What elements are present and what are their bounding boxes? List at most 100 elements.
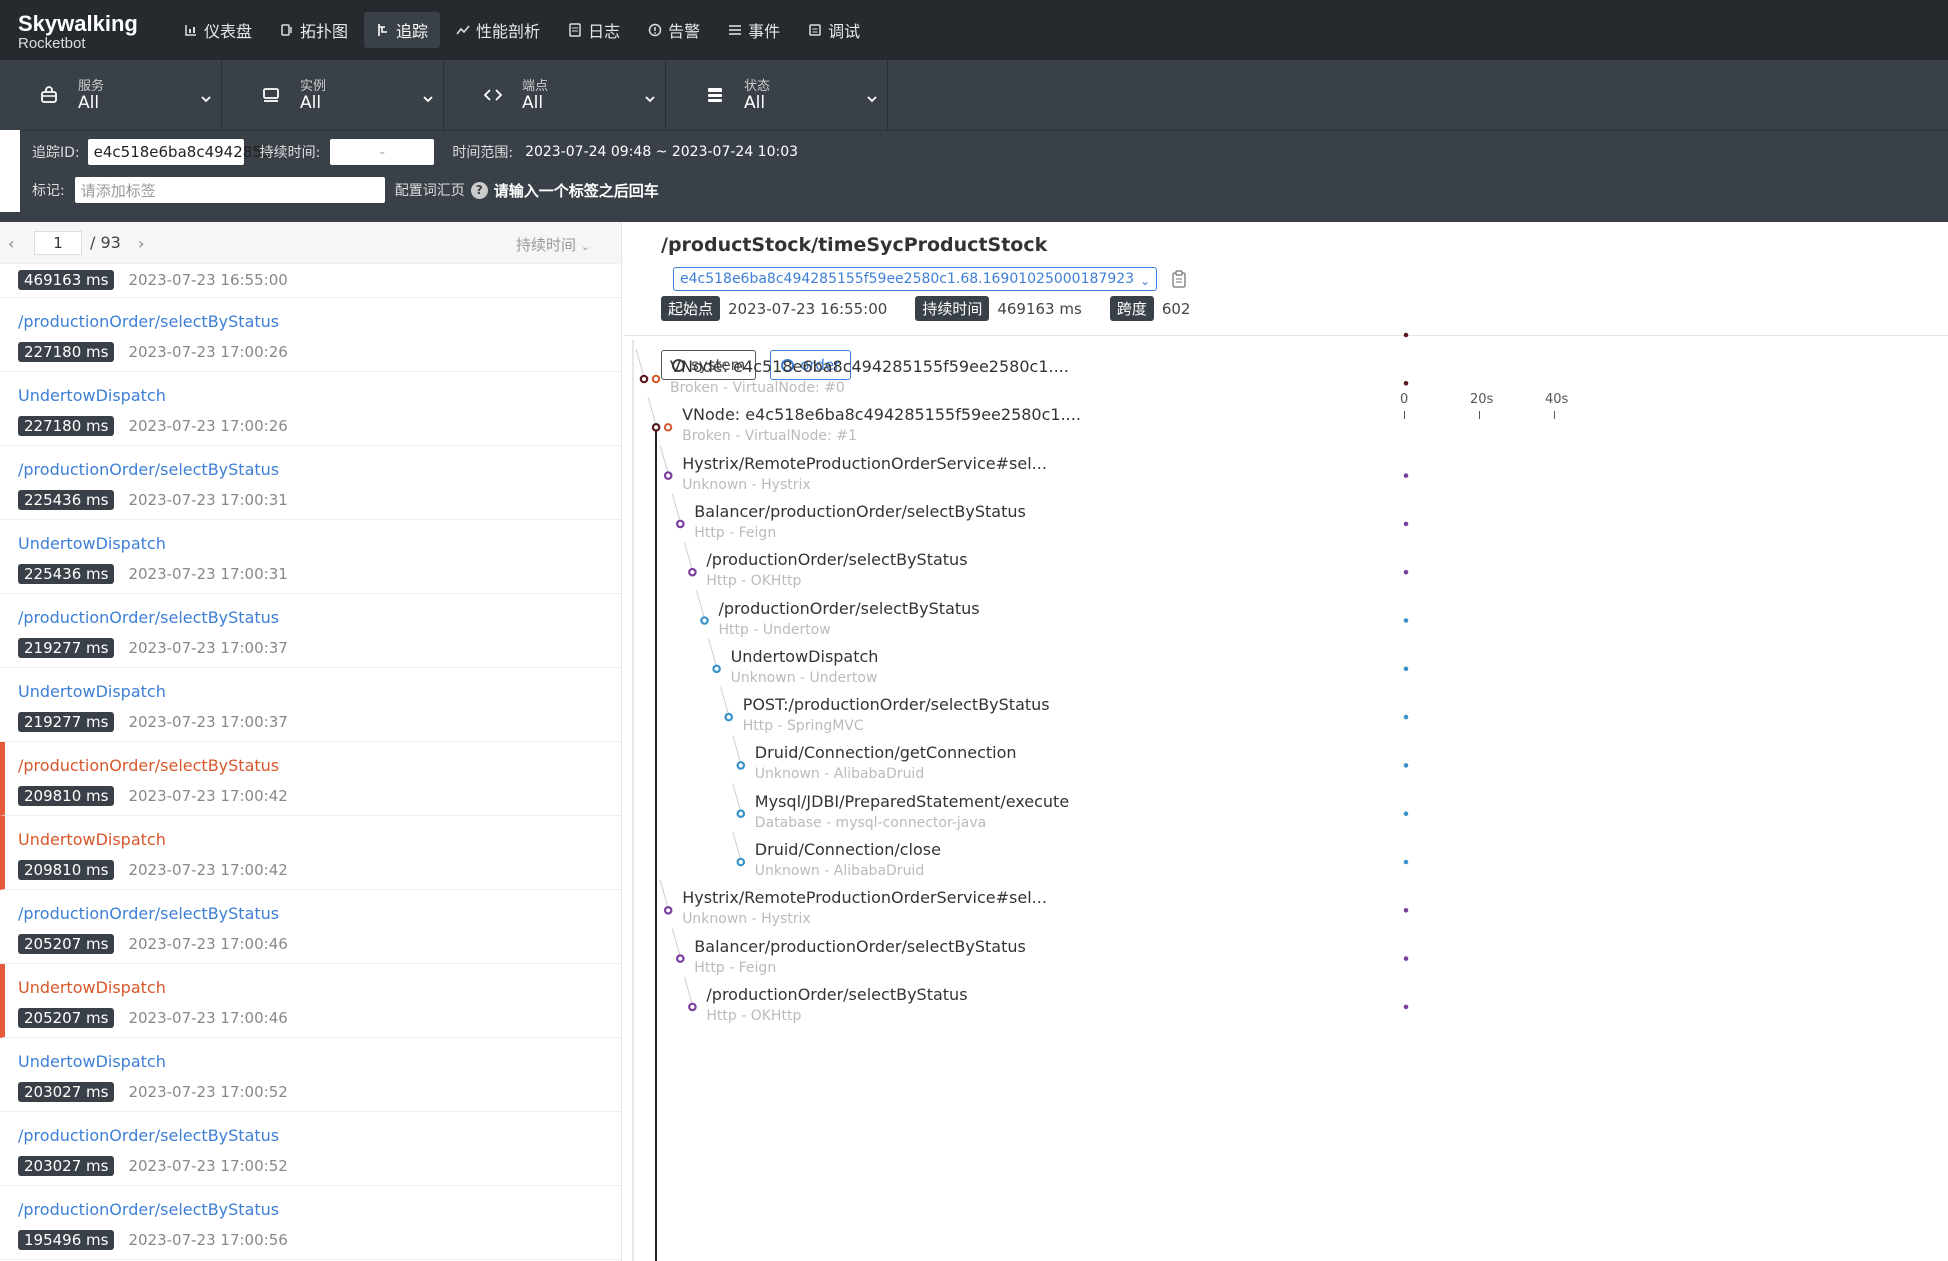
trace-endpoint-name: UndertowDispatch [18,682,166,701]
span-component: Unknown - AlibabaDruid [754,863,925,879]
nav-item-label: 事件 [748,22,781,41]
span-component: Http - OKHttp [706,1007,802,1024]
trace-list-item[interactable]: /productionOrder/selectByStatus 203027 ms… [0,1112,621,1186]
trace-list-item[interactable]: /productionOrder/selectByStatus 219277 ms… [0,594,621,668]
nav-menu: 仪表盘 拓扑图 追踪 性能剖析 日志 告警 事件 调试 [172,12,872,48]
service-icon [40,86,58,104]
chevron-down-icon [866,90,878,103]
trace-meta: 227180 ms 2023-07-23 17:00:26 [18,342,288,362]
trace-list-item[interactable]: 469163 ms 2023-07-23 16:55:00 [0,264,621,298]
filter-instance[interactable]: 实例 All [222,60,444,130]
span-name[interactable]: Hystrix/RemoteProductionOrderService#sel… [682,454,1047,473]
span-component: Database - mysql-connector-java [754,814,987,831]
trace-meta: 219277 ms 2023-07-23 17:00:37 [18,638,288,658]
duration-badge: 225436 ms [18,490,115,510]
trace-list-item[interactable]: UndertowDispatch 225436 ms 2023-07-23 17:0… [0,520,621,594]
time-range-value[interactable]: 2023-07-24 09:48 ~ 2023-07-24 10:03 [525,144,798,160]
logo[interactable]: Skywalking Rocketbot [18,12,138,52]
trace-start-time: 2023-07-23 17:00:37 [128,639,288,657]
debug-icon [808,23,822,37]
nav-item-log[interactable]: 日志 [556,12,632,48]
duration-badge: 227180 ms [18,342,115,362]
page-input[interactable]: 1 [34,231,82,255]
span-name[interactable]: VNode: e4c518e6ba8c494285155f59ee2580c1.… [682,405,1081,424]
trace-id-label: 追踪ID: [32,145,80,161]
span-name[interactable]: /productionOrder/selectByStatus [706,550,967,569]
prev-page-icon[interactable]: ‹ [8,234,14,253]
nav-item-profile[interactable]: 性能剖析 [444,12,552,48]
filter-endpoint[interactable]: 端点 All [444,60,666,130]
trace-list-item[interactable]: UndertowDispatch 227180 ms 2023-07-23 17:0… [0,372,621,446]
nav-item-debug[interactable]: 调试 [796,12,872,48]
tag-label: 标记: [32,183,65,199]
trace-list-item[interactable]: UndertowDispatch 209810 ms 2023-07-23 17:0… [0,816,621,890]
trace-endpoint-name: UndertowDispatch [18,386,166,405]
span-component: Broken - VirtualNode: #1 [682,428,857,445]
duration-input[interactable]: - [330,139,435,165]
filter-value: All [744,93,766,113]
trace-meta: 469163 ms 2023-07-23 16:55:00 [18,270,288,290]
span-name[interactable]: /productionOrder/selectByStatus [706,985,967,1004]
nav-item-event[interactable]: 事件 [716,12,792,48]
log-icon [568,23,582,37]
trace-start-time: 2023-07-23 17:00:56 [128,1231,288,1249]
span-component: Http - Feign [694,524,777,541]
alarm-icon [648,23,662,37]
tag-hint: 请输入一个标签之后回车 [493,181,659,200]
trace-list-item[interactable]: /productionOrder/selectByStatus 209810 ms… [0,742,621,816]
event-icon [728,23,742,37]
trace-list-item[interactable]: UndertowDispatch 205207 ms 2023-07-23 17:0… [0,964,621,1038]
trace-meta: 209810 ms 2023-07-23 17:00:42 [18,786,288,806]
trace-endpoint-name: /productionOrder/selectByStatus [18,460,280,479]
pager: ‹ 1 / 93 › 持续时间 ⌄ [0,222,621,264]
nav-item-label: 调试 [828,22,861,41]
span-component: Http - Undertow [718,621,831,638]
span-component: Unknown - AlibabaDruid [754,766,925,783]
filter-status[interactable]: 状态 All [666,60,888,130]
nav-item-label: 日志 [588,22,621,41]
help-icon[interactable]: ? [470,181,488,199]
span-name[interactable]: Hystrix/RemoteProductionOrderService#sel… [682,888,1047,907]
dashboard-icon [184,23,198,37]
sort-select[interactable]: 持续时间 ⌄ [516,234,590,255]
span-name[interactable]: POST:/productionOrder/selectByStatus [743,695,1050,714]
nav-item-label: 性能剖析 [476,22,541,41]
nav-item-trace[interactable]: 追踪 [364,12,441,48]
nav-item-label: 告警 [668,22,701,41]
span-name[interactable]: Balancer/productionOrder/selectByStatus [694,502,1026,521]
tag-input[interactable]: 请添加标签 [74,177,385,203]
trace-endpoint-name: UndertowDispatch [18,1052,166,1071]
duration-badge: 219277 ms [18,712,115,732]
nav-item-alarm[interactable]: 告警 [636,12,712,48]
span-component: Http - OKHttp [706,573,802,590]
span-name[interactable]: /productionOrder/selectByStatus [719,599,980,618]
duration-badge: 203027 ms [18,1156,115,1176]
span-tree: VNode: e4c518e6ba8c494285155f59ee2580c1.… [623,222,1948,1261]
span-name[interactable]: Balancer/productionOrder/selectByStatus [694,937,1026,956]
trace-start-time: 2023-07-23 17:00:52 [128,1083,288,1101]
span-name[interactable]: VNode: e4c518e6ba8c494285155f59ee2580c1.… [670,357,1069,376]
filter-label: 状态 [744,79,771,94]
trace-id-input[interactable]: e4c518e6ba8c4942851 [87,139,271,165]
trace-meta: 205207 ms 2023-07-23 17:00:46 [18,934,288,954]
config-link[interactable]: 配置词汇页 [395,180,465,200]
trace-list-item[interactable]: UndertowDispatch 219277 ms 2023-07-23 17:0… [0,668,621,742]
filter-service[interactable]: 服务 All [0,60,222,130]
span-name[interactable]: Druid/Connection/getConnection [755,743,1017,762]
nav-item-topology[interactable]: 拓扑图 [268,12,360,48]
trace-meta: 195496 ms 2023-07-23 17:00:56 [18,1230,288,1250]
trace-list-item[interactable]: /productionOrder/selectByStatus 195496 ms… [0,1186,621,1260]
span-name[interactable]: Druid/Connection/close [755,840,941,859]
span-name[interactable]: UndertowDispatch [731,647,879,666]
trace-list-item[interactable]: /productionOrder/selectByStatus 227180 ms… [0,298,621,372]
nav-item-dashboard[interactable]: 仪表盘 [172,12,264,48]
trace-start-time: 2023-07-23 17:00:31 [128,491,288,509]
trace-list-item[interactable]: /productionOrder/selectByStatus 225436 ms… [0,446,621,520]
span-component: Unknown - Hystrix [682,911,811,928]
duration-badge: 219277 ms [18,638,115,658]
span-name[interactable]: Mysql/JDBI/PreparedStatement/execute [755,792,1069,811]
next-page-icon[interactable]: › [138,234,144,253]
trace-list-item[interactable]: /productionOrder/selectByStatus 205207 ms… [0,890,621,964]
trace-list-item[interactable]: UndertowDispatch 203027 ms 2023-07-23 17:0… [0,1038,621,1112]
filter-label: 服务 [78,79,105,94]
